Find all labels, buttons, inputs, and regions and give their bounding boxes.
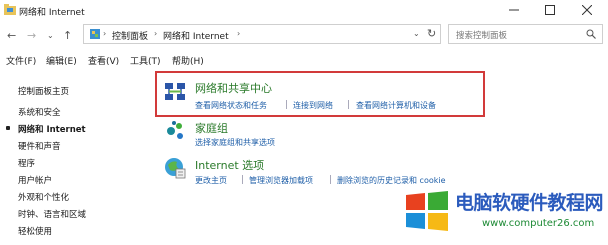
- breadcrumb-separator: ›: [103, 29, 107, 38]
- link-view-network-status[interactable]: 查看网络状态和任务: [195, 100, 267, 111]
- breadcrumb-separator: ›: [237, 29, 241, 38]
- menu-file[interactable]: 文件(F): [6, 54, 36, 67]
- network-sharing-icon: [165, 83, 185, 100]
- search-placeholder: 搜索控制面板: [456, 31, 508, 41]
- category-title-homegroup[interactable]: 家庭组: [195, 120, 228, 136]
- link-change-homepage[interactable]: 更改主页: [195, 175, 227, 186]
- homegroup-icon: [167, 121, 183, 139]
- windows-logo-icon: [406, 191, 448, 231]
- breadcrumb-network[interactable]: 网络和 Internet: [163, 29, 229, 42]
- window-title: 网络和 Internet: [19, 8, 85, 18]
- address-dropdown-icon[interactable]: ⌄: [413, 29, 420, 38]
- sidebar-item-network[interactable]: 网络和 Internet: [18, 123, 86, 135]
- watermark-url: www.computer26.com: [482, 218, 595, 229]
- search-icon[interactable]: [586, 29, 596, 39]
- watermark-title: 电脑软硬件教程网: [455, 192, 604, 214]
- minimize-icon[interactable]: [497, 0, 531, 20]
- menu-view[interactable]: 查看(V): [88, 54, 119, 67]
- recent-dropdown-icon[interactable]: ⌄: [47, 31, 54, 40]
- active-bullet-icon: [6, 126, 10, 130]
- breadcrumb-control-panel[interactable]: 控制面板: [112, 29, 148, 42]
- sidebar-item-clock-region[interactable]: 时钟、语言和区域: [18, 208, 86, 220]
- link-homegroup-options[interactable]: 选择家庭组和共享选项: [195, 137, 275, 148]
- close-icon[interactable]: [570, 0, 604, 20]
- category-title-internet-options[interactable]: Internet 选项: [195, 157, 264, 173]
- sidebar-item-programs[interactable]: 程序: [18, 157, 35, 169]
- menu-tools[interactable]: 工具(T): [130, 54, 161, 67]
- sidebar-home-link[interactable]: 控制面板主页: [18, 85, 69, 97]
- up-arrow-icon[interactable]: ↑: [63, 29, 72, 42]
- menu-help[interactable]: 帮助(H): [172, 54, 204, 67]
- sidebar-item-system-security[interactable]: 系统和安全: [18, 106, 61, 118]
- link-delete-history[interactable]: 删除浏览的历史记录和 cookie: [337, 175, 446, 186]
- category-title-network-sharing[interactable]: 网络和共享中心: [195, 80, 272, 96]
- menu-edit[interactable]: 编辑(E): [46, 54, 77, 67]
- link-manage-addons[interactable]: 管理浏览器加载项: [249, 175, 313, 186]
- sidebar-item-appearance[interactable]: 外观和个性化: [18, 191, 69, 203]
- sidebar-item-ease-of-access[interactable]: 轻松使用: [18, 225, 52, 237]
- sidebar-item-hardware-sound[interactable]: 硬件和声音: [18, 140, 61, 152]
- link-divider: [348, 100, 349, 109]
- maximize-icon[interactable]: [533, 0, 567, 20]
- link-divider: [286, 100, 287, 109]
- link-divider: [242, 175, 243, 184]
- internet-options-icon: [165, 158, 186, 179]
- control-panel-icon: [90, 29, 100, 39]
- link-view-network-computers[interactable]: 查看网络计算机和设备: [356, 100, 436, 111]
- breadcrumb-separator: ›: [154, 29, 158, 38]
- forward-arrow-icon[interactable]: →: [27, 29, 36, 42]
- link-connect-network[interactable]: 连接到网络: [293, 100, 333, 111]
- back-arrow-icon[interactable]: ←: [7, 29, 16, 42]
- network-folder-icon: [4, 4, 16, 15]
- refresh-icon[interactable]: ↻: [427, 27, 436, 40]
- link-divider: [330, 175, 331, 184]
- sidebar-item-user-accounts[interactable]: 用户帐户: [18, 174, 52, 186]
